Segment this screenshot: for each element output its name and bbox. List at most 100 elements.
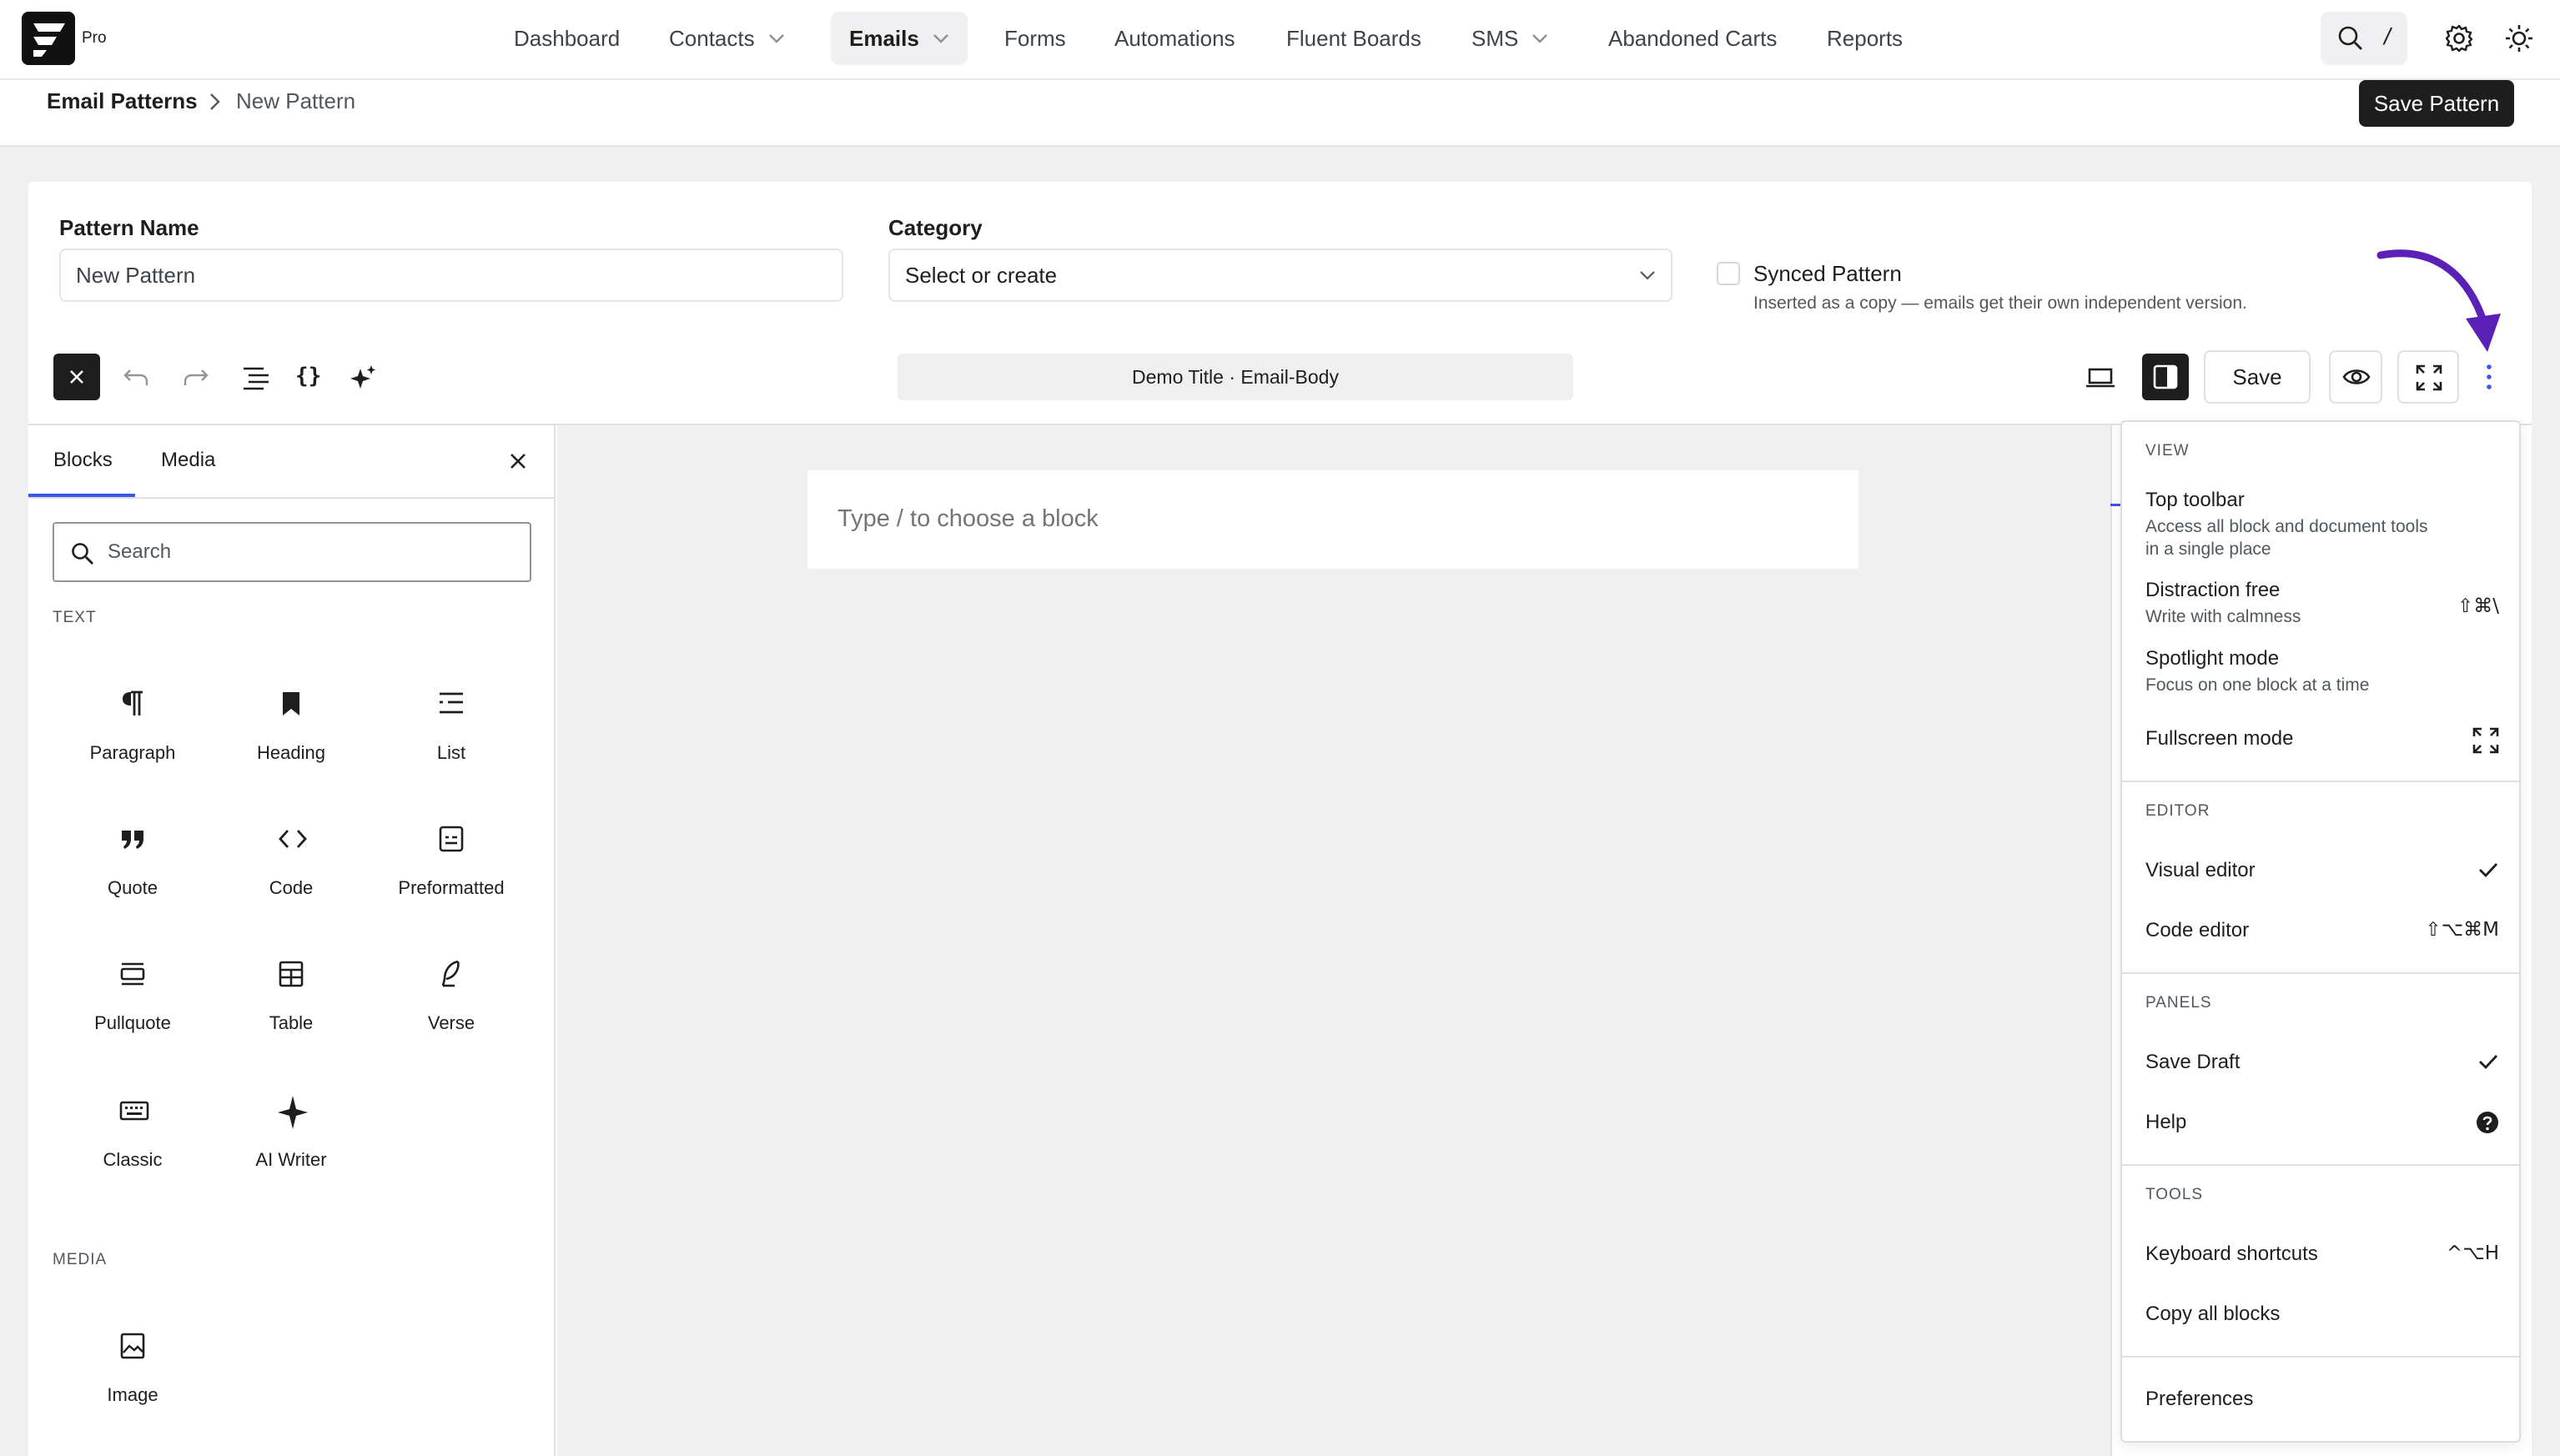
block-classic[interactable]: Classic bbox=[53, 1081, 212, 1189]
block-list[interactable]: List bbox=[372, 674, 531, 782]
redo-icon[interactable] bbox=[182, 365, 210, 389]
gear-icon[interactable] bbox=[2444, 23, 2474, 53]
pattern-name-input[interactable] bbox=[59, 249, 843, 302]
nav-fluent-boards-label: Fluent Boards bbox=[1286, 26, 1421, 51]
category-select-value: Select or create bbox=[905, 263, 1058, 288]
check-icon bbox=[2477, 861, 2499, 879]
block-search[interactable] bbox=[53, 522, 531, 582]
block-verse[interactable]: Verse bbox=[372, 944, 531, 1052]
close-icon[interactable] bbox=[507, 450, 529, 472]
desktop-preview-icon[interactable] bbox=[2085, 367, 2115, 389]
sparkle-icon bbox=[278, 1096, 308, 1129]
synced-pattern-checkbox[interactable] bbox=[1717, 262, 1740, 285]
settings-sidebar-toggle[interactable] bbox=[2142, 354, 2189, 400]
block-label: Classic bbox=[103, 1149, 163, 1170]
block-label: Heading bbox=[257, 742, 325, 763]
category-label: Category bbox=[888, 215, 983, 240]
top-navigation: Pro Dashboard Contacts Emails Forms Auto… bbox=[0, 0, 2560, 80]
tab-blocks[interactable]: Blocks bbox=[53, 449, 113, 472]
menu-fullscreen-mode[interactable]: Fullscreen mode bbox=[2145, 727, 2499, 754]
editor-canvas bbox=[557, 425, 2110, 1456]
undo-icon[interactable] bbox=[122, 365, 150, 389]
chevron-down-icon bbox=[1531, 33, 1548, 43]
block-table[interactable]: Table bbox=[212, 944, 370, 1052]
menu-divider bbox=[2122, 781, 2519, 782]
options-kebab-icon[interactable] bbox=[2484, 364, 2494, 390]
pro-badge: Pro bbox=[82, 29, 107, 47]
nav-fluent-boards[interactable]: Fluent Boards bbox=[1268, 12, 1440, 65]
menu-preferences[interactable]: Preferences bbox=[2145, 1388, 2499, 1411]
sun-icon[interactable] bbox=[2504, 23, 2534, 53]
menu-item-label: Top toolbar bbox=[2145, 489, 2245, 511]
document-title-bar[interactable]: Demo Title · Email-Body bbox=[898, 354, 1573, 400]
chevron-down-icon bbox=[768, 33, 785, 43]
nav-reports[interactable]: Reports bbox=[1808, 12, 1921, 65]
menu-keyboard-shortcuts[interactable]: Keyboard shortcuts ^⌥H bbox=[2145, 1243, 2499, 1266]
menu-spotlight-mode[interactable]: Spotlight mode Focus on one block at a t… bbox=[2145, 647, 2499, 696]
list-icon bbox=[438, 689, 465, 719]
document-overview-icon[interactable] bbox=[242, 364, 270, 390]
block-heading[interactable]: Heading bbox=[212, 674, 370, 782]
nav-contacts[interactable]: Contacts bbox=[651, 12, 803, 65]
block-code[interactable]: Code bbox=[212, 809, 370, 917]
sub-header bbox=[0, 80, 2560, 147]
keyboard-icon bbox=[119, 1096, 149, 1126]
menu-item-shortcut: ⇧⌘\ bbox=[2457, 595, 2499, 617]
menu-divider bbox=[2122, 1164, 2519, 1166]
fullscreen-icon bbox=[2472, 727, 2499, 754]
ai-sparkle-icon[interactable] bbox=[349, 364, 377, 392]
menu-distraction-free[interactable]: Distraction free Write with calmness ⇧⌘\ bbox=[2145, 579, 2499, 628]
block-label: Image bbox=[107, 1384, 158, 1405]
menu-save-draft[interactable]: Save Draft bbox=[2145, 1051, 2499, 1074]
fullscreen-button[interactable] bbox=[2397, 350, 2459, 404]
nav-dashboard[interactable]: Dashboard bbox=[495, 12, 638, 65]
nav-automations[interactable]: Automations bbox=[1096, 12, 1254, 65]
block-ai-writer[interactable]: AI Writer bbox=[212, 1081, 370, 1189]
menu-group-view: VIEW bbox=[2145, 442, 2190, 459]
menu-group-editor: EDITOR bbox=[2145, 802, 2210, 820]
menu-group-tools: TOOLS bbox=[2145, 1186, 2204, 1203]
save-pattern-button[interactable]: Save Pattern bbox=[2359, 80, 2514, 127]
preview-button[interactable] bbox=[2329, 350, 2382, 404]
menu-item-label: Copy all blocks bbox=[2145, 1303, 2281, 1325]
tab-divider bbox=[28, 497, 556, 499]
block-label: Pullquote bbox=[94, 1012, 171, 1033]
paragraph-icon bbox=[119, 689, 146, 719]
feather-icon bbox=[438, 959, 465, 989]
search-icon bbox=[71, 542, 94, 565]
global-search[interactable]: / bbox=[2321, 12, 2407, 65]
menu-code-editor[interactable]: Code editor ⇧⌥⌘M bbox=[2145, 919, 2499, 942]
block-label: Code bbox=[269, 877, 314, 898]
breadcrumb-email-patterns[interactable]: Email Patterns bbox=[47, 88, 198, 114]
close-icon bbox=[67, 367, 87, 387]
nav-forms[interactable]: Forms bbox=[986, 12, 1084, 65]
block-quote[interactable]: Quote bbox=[53, 809, 212, 917]
menu-divider bbox=[2122, 1356, 2519, 1358]
block-search-input[interactable] bbox=[108, 534, 516, 570]
block-label: Preformatted bbox=[398, 877, 505, 898]
nav-abandoned-carts[interactable]: Abandoned Carts bbox=[1590, 12, 1795, 65]
section-title-media: MEDIA bbox=[53, 1251, 108, 1268]
code-braces-icon[interactable]: {} bbox=[295, 364, 321, 389]
block-pullquote[interactable]: Pullquote bbox=[53, 944, 212, 1052]
tab-media[interactable]: Media bbox=[161, 449, 215, 472]
nav-sms[interactable]: SMS bbox=[1453, 12, 1567, 65]
pattern-name-label: Pattern Name bbox=[59, 215, 199, 240]
pullquote-icon bbox=[119, 959, 146, 989]
menu-item-label: Visual editor bbox=[2145, 859, 2256, 881]
nav-reports-label: Reports bbox=[1827, 26, 1904, 51]
menu-copy-all-blocks[interactable]: Copy all blocks bbox=[2145, 1303, 2499, 1326]
menu-top-toolbar[interactable]: Top toolbar Access all block and documen… bbox=[2145, 489, 2499, 560]
block-paragraph[interactable]: Paragraph bbox=[53, 674, 212, 782]
fluentcrm-logo[interactable] bbox=[22, 12, 75, 65]
block-preformatted[interactable]: Preformatted bbox=[372, 809, 531, 917]
block-image[interactable]: Image bbox=[53, 1316, 212, 1424]
category-select[interactable]: Select or create bbox=[888, 249, 1672, 302]
editor-save-button[interactable]: Save bbox=[2204, 350, 2311, 404]
eye-icon bbox=[2342, 366, 2371, 388]
close-inserter-button[interactable] bbox=[53, 354, 100, 400]
menu-visual-editor[interactable]: Visual editor bbox=[2145, 859, 2499, 882]
check-icon bbox=[2477, 1052, 2499, 1071]
nav-emails[interactable]: Emails bbox=[831, 12, 968, 65]
menu-help[interactable]: Help bbox=[2145, 1111, 2499, 1134]
